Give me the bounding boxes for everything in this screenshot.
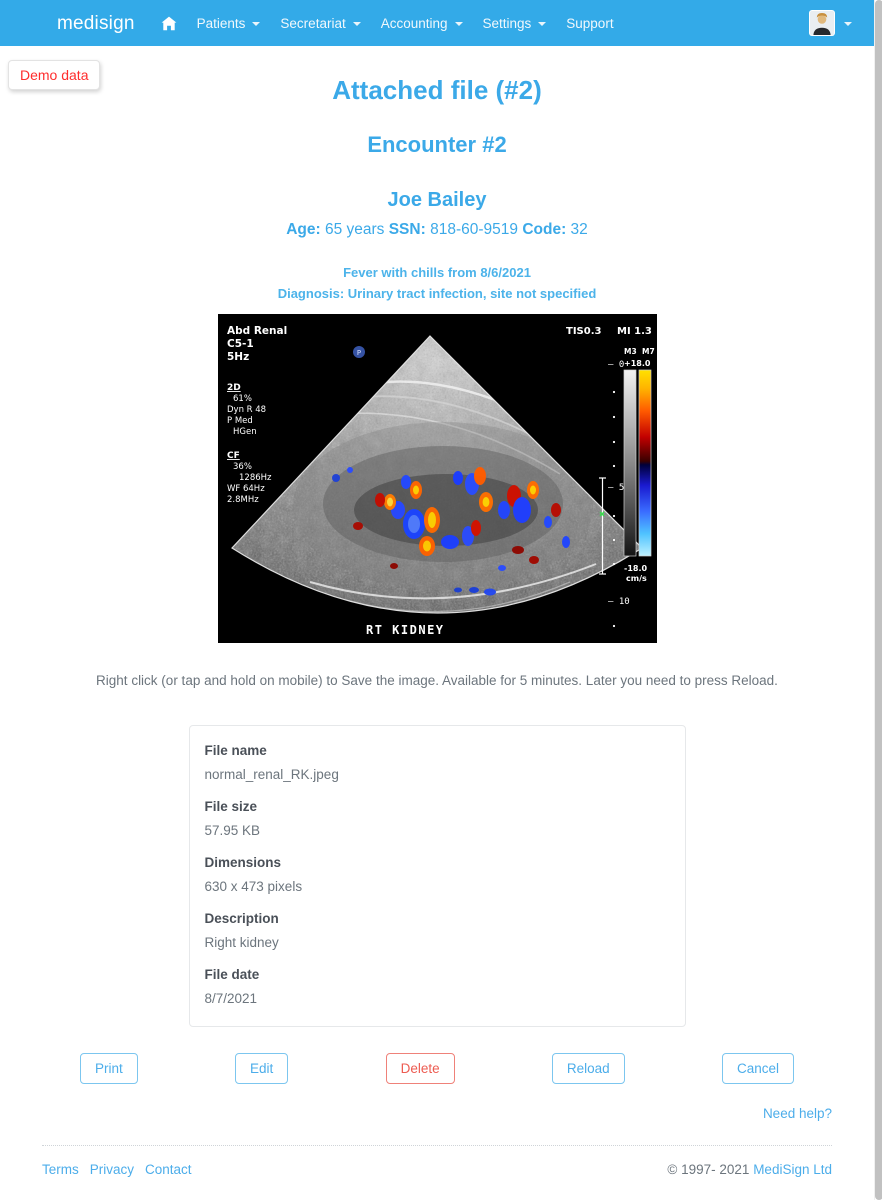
svg-text:M3: M3 <box>624 347 637 356</box>
code-value: 32 <box>570 220 588 238</box>
svg-text:C5-1: C5-1 <box>227 338 254 350</box>
detail-file-size: File size 57.95 KB <box>205 799 670 838</box>
age-value: 65 years <box>324 220 385 238</box>
page-footer: Terms Privacy Contact © 1997- 2021 MediS… <box>42 1162 832 1177</box>
reload-button[interactable]: Reload <box>551 1052 625 1085</box>
nav-label-patients: Patients <box>196 15 246 31</box>
svg-text:-18.0: -18.0 <box>624 564 647 573</box>
detail-file-date: File date 8/7/2021 <box>205 967 670 1006</box>
code-label: Code: <box>522 220 567 238</box>
svg-text:2.8MHz: 2.8MHz <box>227 495 259 505</box>
help-row: Need help? <box>42 1105 832 1123</box>
delete-button[interactable]: Delete <box>385 1052 455 1085</box>
detail-value: Right kidney <box>204 934 279 950</box>
age-label: Age: <box>286 220 321 238</box>
svg-text:cm/s: cm/s <box>626 574 647 583</box>
detail-label: Description <box>204 910 279 926</box>
detail-label: File size <box>204 798 258 814</box>
nav-item-support[interactable]: Support <box>556 10 623 37</box>
detail-description: Description Right kidney <box>205 911 670 950</box>
nav-item-patients[interactable]: Patients <box>187 10 271 37</box>
svg-text:CF: CF <box>227 451 240 461</box>
footer-links: Terms Privacy Contact <box>42 1162 192 1177</box>
brand-logo[interactable]: medisign <box>57 14 135 33</box>
encounter-diagnosis: Diagnosis: Urinary tract infection, site… <box>277 285 597 301</box>
encounter-subtitle: Encounter #2 <box>367 131 507 157</box>
svg-text:HGen: HGen <box>233 427 257 437</box>
detail-label: Dimensions <box>204 854 282 870</box>
save-image-note: Right click (or tap and hold on mobile) … <box>96 672 778 688</box>
svg-text:5Hz: 5Hz <box>227 351 249 363</box>
svg-text:P: P <box>356 349 360 357</box>
copyright-years: © 1997- 2021 <box>667 1162 754 1178</box>
svg-text:WF 64Hz: WF 64Hz <box>227 484 265 494</box>
cancel-button[interactable]: Cancel <box>721 1052 794 1085</box>
nav-label-settings: Settings <box>482 15 532 31</box>
footer-divider <box>42 1145 832 1147</box>
detail-value: 8/7/2021 <box>204 990 258 1006</box>
detail-value: 57.95 KB <box>204 822 261 838</box>
scrollbar-thumb[interactable] <box>875 0 882 1200</box>
chevron-down-icon <box>252 22 261 26</box>
encounter-reason: Fever with chills from 8/6/2021 <box>343 264 531 280</box>
nav-item-secretariat[interactable]: Secretariat <box>270 10 370 37</box>
chevron-down-icon <box>352 22 361 26</box>
ssn-value: 818-60-9519 <box>430 220 518 238</box>
need-help-link[interactable]: Need help? <box>763 1106 832 1121</box>
page-scrollbar[interactable] <box>874 0 882 1200</box>
footer-link-contact[interactable]: Contact <box>145 1162 192 1177</box>
demo-data-badge[interactable]: Demo data <box>8 60 101 90</box>
footer-link-terms[interactable]: Terms <box>42 1162 79 1177</box>
user-avatar-icon[interactable] <box>809 10 835 36</box>
footer-link-privacy[interactable]: Privacy <box>90 1162 134 1177</box>
svg-text:61%: 61% <box>233 394 252 404</box>
nav-label-accounting: Accounting <box>380 15 448 31</box>
detail-file-name: File name normal_renal_RK.jpeg <box>205 743 670 782</box>
copyright: © 1997- 2021 MediSign Ltd <box>667 1162 832 1177</box>
svg-text:– 5: – 5 <box>608 483 624 493</box>
svg-text:TIS0.3: TIS0.3 <box>566 326 602 337</box>
print-button[interactable]: Print <box>80 1052 138 1085</box>
nav-label-support: Support <box>566 15 614 31</box>
svg-text:RT KIDNEY: RT KIDNEY <box>366 623 445 637</box>
detail-label: File date <box>204 966 260 982</box>
page-title: Attached file (#2) <box>332 75 542 105</box>
nav-item-accounting[interactable]: Accounting <box>371 10 473 37</box>
patient-meta: Age: 65 years SSN: 818-60-9519 Code: 32 <box>0 221 874 239</box>
nav-label-secretariat: Secretariat <box>280 15 346 31</box>
svg-text:Dyn R 48: Dyn R 48 <box>227 405 266 415</box>
svg-text:P Med: P Med <box>227 416 253 426</box>
chevron-down-icon <box>454 22 463 26</box>
edit-button[interactable]: Edit <box>235 1052 289 1085</box>
svg-text:– 10: – 10 <box>608 597 630 607</box>
home-icon <box>161 16 177 31</box>
svg-text:MI 1.3: MI 1.3 <box>617 326 652 337</box>
ssn-label: SSN: <box>388 220 426 238</box>
attached-image[interactable]: P Abd Renal C5-1 5Hz 2D 61% Dyn R 48 P M… <box>217 313 657 643</box>
detail-label: File name <box>204 742 267 758</box>
svg-text:Abd Renal: Abd Renal <box>227 325 287 337</box>
svg-text:36%: 36% <box>233 462 252 472</box>
chevron-down-icon <box>844 22 852 26</box>
action-buttons: Print Edit Delete Reload Cancel <box>67 1052 807 1085</box>
svg-text:M7: M7 <box>642 347 655 356</box>
patient-name: Joe Bailey <box>387 188 487 211</box>
page-content: Attached file (#2) Encounter #2 Joe Bail… <box>0 46 874 1177</box>
user-menu[interactable] <box>809 10 874 36</box>
nav-links: Patients Secretariat Accounting Settings… <box>151 10 624 37</box>
svg-text:2D: 2D <box>227 383 241 393</box>
company-link[interactable]: MediSign Ltd <box>753 1162 832 1177</box>
detail-value: 630 x 473 pixels <box>204 878 303 894</box>
svg-text:– 0: – 0 <box>608 360 624 370</box>
svg-text:1286Hz: 1286Hz <box>239 473 272 483</box>
detail-value: normal_renal_RK.jpeg <box>204 766 339 782</box>
top-navbar: medisign Patients Secretariat Accounting… <box>0 0 874 46</box>
nav-item-settings[interactable]: Settings <box>473 10 557 37</box>
detail-dimensions: Dimensions 630 x 473 pixels <box>205 855 670 894</box>
chevron-down-icon <box>538 22 547 26</box>
nav-item-home[interactable] <box>151 10 187 37</box>
svg-text:+18.0: +18.0 <box>624 359 651 368</box>
file-details-card: File name normal_renal_RK.jpeg File size… <box>188 724 686 1027</box>
